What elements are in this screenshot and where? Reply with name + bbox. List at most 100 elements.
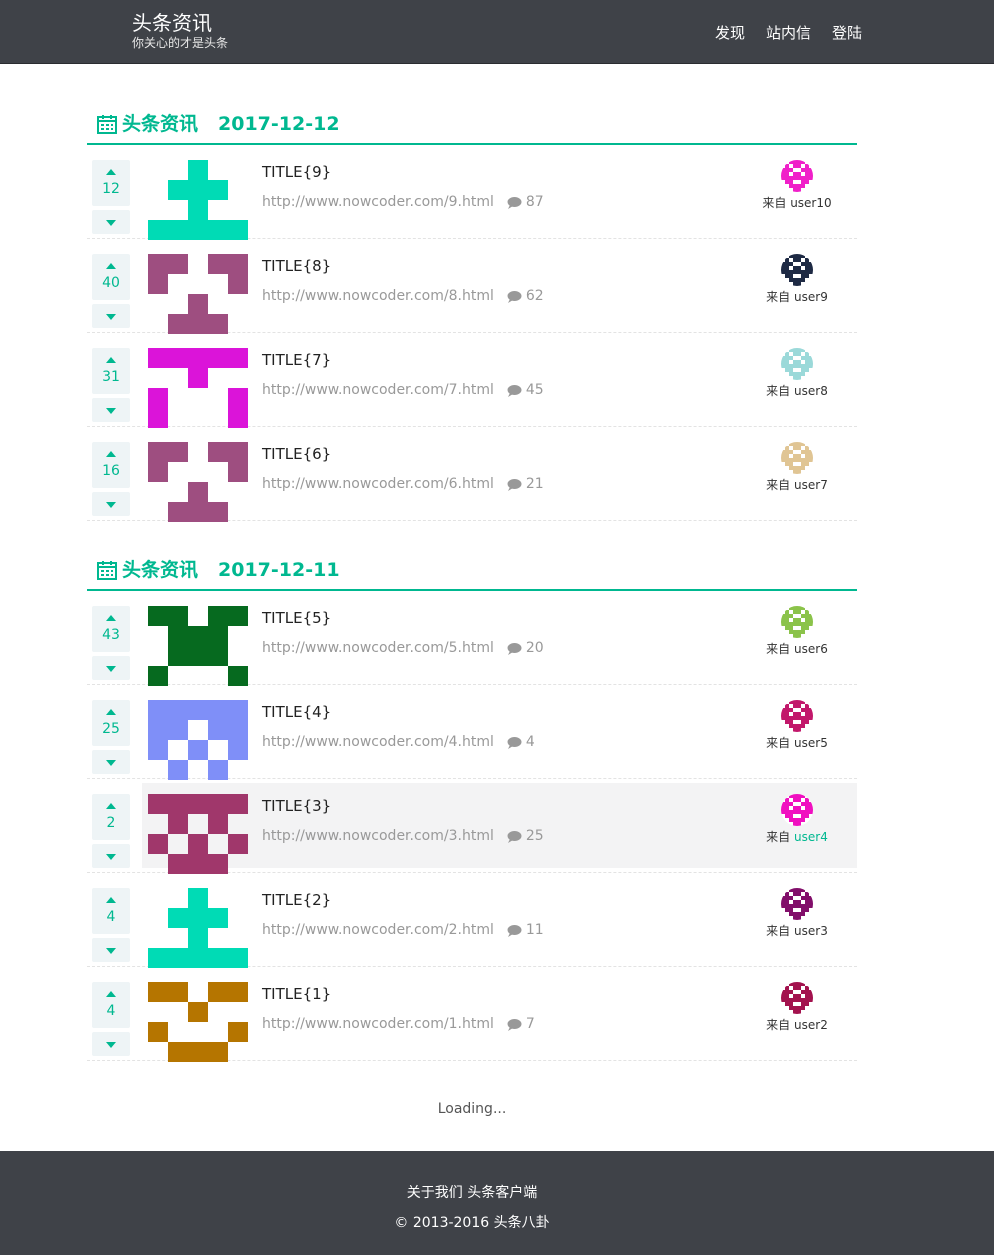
caret-up-icon — [106, 991, 116, 997]
news-title[interactable]: TITLE{6} — [262, 445, 331, 463]
day-header: 头条资讯 2017-12-12 — [87, 111, 857, 145]
news-thumbnail[interactable] — [148, 442, 248, 522]
news-link[interactable]: http://www.nowcoder.com/3.html — [262, 828, 494, 844]
avatar[interactable] — [781, 982, 813, 1014]
news-thumbnail[interactable] — [148, 606, 248, 686]
news-thumbnail[interactable] — [148, 700, 248, 780]
nav-login[interactable]: 登陆 — [832, 22, 862, 43]
day-date: 2017-12-12 — [218, 113, 340, 135]
news-thumbnail[interactable] — [148, 794, 248, 874]
news-title[interactable]: TITLE{3} — [262, 797, 331, 815]
comment-icon — [507, 478, 522, 491]
news-title[interactable]: TITLE{2} — [262, 891, 331, 909]
author-name[interactable]: user8 — [794, 384, 828, 398]
comment-count[interactable]: 4 — [507, 734, 535, 750]
upvote-button[interactable]: 4 — [92, 982, 130, 1028]
upvote-button[interactable]: 43 — [92, 606, 130, 652]
author-name[interactable]: user10 — [790, 196, 831, 210]
author-name[interactable]: user6 — [794, 642, 828, 656]
brand[interactable]: 头条资讯 你关心的才是头条 — [132, 10, 228, 50]
comment-count[interactable]: 21 — [507, 476, 544, 492]
footer-link-app[interactable]: 头条客户端 — [467, 1185, 537, 1201]
avatar[interactable] — [781, 888, 813, 920]
author-name[interactable]: user7 — [794, 478, 828, 492]
caret-up-icon — [106, 169, 116, 175]
comment-count[interactable]: 45 — [507, 382, 544, 398]
author-line: 来自 user6 — [747, 641, 847, 657]
downvote-button[interactable] — [92, 492, 130, 516]
avatar[interactable] — [781, 254, 813, 286]
news-title[interactable]: TITLE{8} — [262, 257, 331, 275]
avatar[interactable] — [781, 606, 813, 638]
news-thumbnail[interactable] — [148, 888, 248, 968]
author-name[interactable]: user2 — [794, 1018, 828, 1032]
news-link[interactable]: http://www.nowcoder.com/9.html — [262, 194, 494, 210]
from-label: 来自 — [762, 196, 787, 210]
downvote-button[interactable] — [92, 938, 130, 962]
downvote-button[interactable] — [92, 750, 130, 774]
brand-title[interactable]: 头条资讯 — [132, 10, 228, 36]
author-line: 来自 user5 — [747, 735, 847, 751]
news-title[interactable]: TITLE{4} — [262, 703, 331, 721]
news-link[interactable]: http://www.nowcoder.com/2.html — [262, 922, 494, 938]
author-line: 来自 user3 — [747, 923, 847, 939]
news-link[interactable]: http://www.nowcoder.com/6.html — [262, 476, 494, 492]
news-thumbnail[interactable] — [148, 160, 248, 240]
author-line: 来自 user10 — [747, 195, 847, 211]
news-title[interactable]: TITLE{7} — [262, 351, 331, 369]
comment-count[interactable]: 11 — [507, 922, 544, 938]
author-name[interactable]: user5 — [794, 736, 828, 750]
vote-box: 31 — [92, 348, 130, 422]
avatar[interactable] — [781, 160, 813, 192]
downvote-button[interactable] — [92, 1032, 130, 1056]
upvote-button[interactable]: 16 — [92, 442, 130, 488]
upvote-button[interactable]: 2 — [92, 794, 130, 840]
author-name[interactable]: user9 — [794, 290, 828, 304]
news-link[interactable]: http://www.nowcoder.com/5.html — [262, 640, 494, 656]
downvote-button[interactable] — [92, 844, 130, 868]
nav-discover[interactable]: 发现 — [715, 22, 745, 43]
comment-count-value: 4 — [525, 734, 535, 750]
comment-count[interactable]: 25 — [507, 828, 544, 844]
news-title[interactable]: TITLE{1} — [262, 985, 331, 1003]
caret-up-icon — [106, 897, 116, 903]
vote-count: 2 — [106, 815, 116, 831]
upvote-button[interactable]: 25 — [92, 700, 130, 746]
comment-count[interactable]: 7 — [507, 1016, 535, 1032]
news-thumbnail[interactable] — [148, 254, 248, 334]
news-link[interactable]: http://www.nowcoder.com/8.html — [262, 288, 494, 304]
upvote-button[interactable]: 4 — [92, 888, 130, 934]
news-thumbnail[interactable] — [148, 348, 248, 428]
comment-count[interactable]: 87 — [507, 194, 544, 210]
brand-subtitle: 你关心的才是头条 — [132, 36, 229, 50]
downvote-button[interactable] — [92, 210, 130, 234]
avatar[interactable] — [781, 794, 813, 826]
news-thumbnail[interactable] — [148, 982, 248, 1062]
author-line: 来自 user7 — [747, 477, 847, 493]
vote-box: 12 — [92, 160, 130, 234]
footer-link-about[interactable]: 关于我们 — [407, 1185, 463, 1201]
downvote-button[interactable] — [92, 304, 130, 328]
news-link[interactable]: http://www.nowcoder.com/1.html — [262, 1016, 494, 1032]
author-name[interactable]: user4 — [794, 830, 828, 844]
avatar[interactable] — [781, 700, 813, 732]
upvote-button[interactable]: 31 — [92, 348, 130, 394]
upvote-button[interactable]: 40 — [92, 254, 130, 300]
downvote-button[interactable] — [92, 656, 130, 680]
comment-count[interactable]: 20 — [507, 640, 544, 656]
top-navbar: 头条资讯 你关心的才是头条 发现 站内信 登陆 — [0, 0, 994, 64]
downvote-button[interactable] — [92, 398, 130, 422]
from-label: 来自 — [766, 1018, 791, 1032]
news-link[interactable]: http://www.nowcoder.com/7.html — [262, 382, 494, 398]
author-name[interactable]: user3 — [794, 924, 828, 938]
news-title[interactable]: TITLE{9} — [262, 163, 331, 181]
news-link[interactable]: http://www.nowcoder.com/4.html — [262, 734, 494, 750]
news-author: 来自 user7 — [747, 442, 847, 493]
upvote-button[interactable]: 12 — [92, 160, 130, 206]
news-item: 25 TITLE{4} http://www.nowcoder.com/4.html… — [87, 685, 857, 780]
comment-count[interactable]: 62 — [507, 288, 544, 304]
news-title[interactable]: TITLE{5} — [262, 609, 331, 627]
avatar[interactable] — [781, 348, 813, 380]
avatar[interactable] — [781, 442, 813, 474]
nav-messages[interactable]: 站内信 — [766, 22, 811, 43]
